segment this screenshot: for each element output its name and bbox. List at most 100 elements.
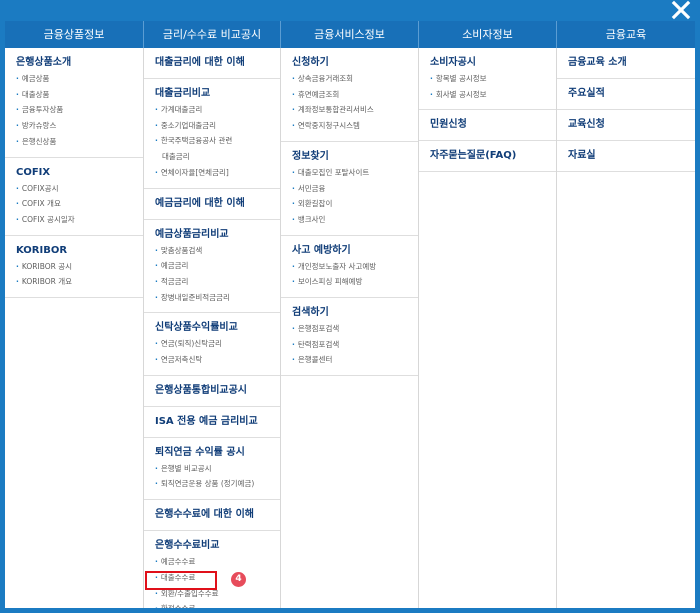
menu-item[interactable]: 은행신상품 — [16, 134, 143, 150]
menu-section-title[interactable]: 은행상품통합비교공시 — [155, 381, 280, 399]
menu-item[interactable]: 대출상품 — [16, 87, 143, 103]
menu-item[interactable]: 중소기업대출금리 — [155, 118, 280, 134]
menu-section: 대출금리에 대한 이해 — [144, 48, 280, 79]
close-icon[interactable] — [670, 0, 692, 20]
menu-section-title[interactable]: 검색하기 — [292, 303, 418, 321]
menu-item[interactable]: COFIX공시 — [16, 181, 143, 197]
sitemap-menu: 금융상품정보 금리/수수료 비교공시 금융서비스정보 소비자정보 금융교육 은행… — [5, 21, 695, 608]
menu-header: 금융상품정보 금리/수수료 비교공시 금융서비스정보 소비자정보 금융교육 — [5, 21, 695, 48]
menu-section-title[interactable]: 자료실 — [568, 146, 695, 164]
header-financial-services[interactable]: 금융서비스정보 — [280, 21, 418, 48]
menu-item[interactable]: 개인정보노출자 사고예방 — [292, 259, 418, 275]
menu-section-title[interactable]: 금융교육 소개 — [568, 53, 695, 71]
menu-section-title[interactable]: ISA 전용 예금 금리비교 — [155, 412, 280, 430]
menu-section-title[interactable]: 예금상품금리비교 — [155, 225, 280, 243]
menu-item-list: 예금상품대출상품금융투자상품방카슈랑스은행신상품 — [16, 71, 143, 150]
menu-item[interactable]: 은행점포검색 — [292, 321, 418, 337]
menu-section-title[interactable]: 대출금리비교 — [155, 84, 280, 102]
menu-section: 예금금리에 대한 이해 — [144, 189, 280, 220]
menu-item[interactable]: 연체이자율[연체금리] — [155, 165, 280, 181]
menu-section-title[interactable]: 주요실적 — [568, 84, 695, 102]
menu-item[interactable]: 금융투자상품 — [16, 102, 143, 118]
menu-item[interactable]: 환전수수료 — [155, 601, 280, 608]
menu-section: 예금상품금리비교맞춤상품검색예금금리적금금리장병내일준비적금금리 — [144, 220, 280, 314]
menu-item[interactable]: 연락중지청구시스템 — [292, 118, 418, 134]
menu-section: 신청하기상속금융거래조회휴면예금조회계좌정보통합관리서비스연락중지청구시스템 — [281, 48, 418, 142]
menu-section-title[interactable]: 사고 예방하기 — [292, 241, 418, 259]
menu-section-title[interactable]: 교육신청 — [568, 115, 695, 133]
menu-section: 사고 예방하기개인정보노출자 사고예방보이스피싱 피해예방 — [281, 236, 418, 299]
menu-item[interactable]: 예금금리 — [155, 258, 280, 274]
menu-item-list: 은행별 비교공시퇴직연금운용 상품 (정기예금) — [155, 461, 280, 492]
menu-section-title[interactable]: 정보찾기 — [292, 147, 418, 165]
menu-item[interactable]: 예금수수료 — [155, 554, 280, 570]
menu-item[interactable]: 계좌정보통합관리서비스 — [292, 102, 418, 118]
menu-item[interactable]: 장병내일준비적금금리 — [155, 290, 280, 306]
menu-item[interactable]: 적금금리 — [155, 274, 280, 290]
menu-item-list: COFIX공시COFIX 개요COFIX 공시일자 — [16, 181, 143, 228]
menu-section: 검색하기은행점포검색탄력점포검색은행콜센터 — [281, 298, 418, 377]
menu-item[interactable]: COFIX 공시일자 — [16, 212, 143, 228]
menu-item[interactable]: 대출수수료 — [155, 570, 280, 586]
menu-section-title[interactable]: 예금금리에 대한 이해 — [155, 194, 280, 212]
menu-item[interactable]: 한국주택금융공사 관련 — [155, 133, 280, 149]
menu-section-title[interactable]: 은행상품소개 — [16, 53, 143, 71]
menu-item[interactable]: COFIX 개요 — [16, 196, 143, 212]
menu-section-title[interactable]: 신청하기 — [292, 53, 418, 71]
menu-item-list: 상속금융거래조회휴면예금조회계좌정보통합관리서비스연락중지청구시스템 — [292, 71, 418, 134]
menu-section-title[interactable]: 소비자공시 — [430, 53, 556, 71]
menu-section-title[interactable]: KORIBOR — [16, 241, 143, 259]
menu-column-3: 소비자공시항목별 공시정보회사별 공시정보민원신청자주묻는질문(FAQ) — [418, 48, 556, 608]
menu-item[interactable]: 은행콜센터 — [292, 352, 418, 368]
menu-item[interactable]: 은행별 비교공시 — [155, 461, 280, 477]
menu-section: 교육신청 — [557, 110, 695, 141]
menu-item[interactable]: 방카슈랑스 — [16, 118, 143, 134]
menu-item[interactable]: 탄력점포검색 — [292, 337, 418, 353]
menu-section-title[interactable]: COFIX — [16, 163, 143, 181]
menu-section-title[interactable]: 민원신청 — [430, 115, 556, 133]
menu-item[interactable]: 회사별 공시정보 — [430, 87, 556, 103]
header-consumer-info[interactable]: 소비자정보 — [418, 21, 556, 48]
menu-section: 정보찾기대출모집인 포탈사이트서민금융외환길잡이뱅크사인 — [281, 142, 418, 236]
header-financial-education[interactable]: 금융교육 — [556, 21, 695, 48]
menu-section: COFIXCOFIX공시COFIX 개요COFIX 공시일자 — [5, 158, 143, 236]
menu-section: 퇴직연금 수익률 공시은행별 비교공시퇴직연금운용 상품 (정기예금) — [144, 438, 280, 501]
menu-section: 은행수수료비교예금수수료대출수수료외환/수출입수수료환전수수료기타수수료 — [144, 531, 280, 608]
menu-item[interactable]: 예금상품 — [16, 71, 143, 87]
menu-item-list: KORIBOR 공시KORIBOR 개요 — [16, 259, 143, 290]
menu-item[interactable]: 가계대출금리 — [155, 102, 280, 118]
menu-item[interactable]: KORIBOR 개요 — [16, 274, 143, 290]
menu-section: 은행상품통합비교공시 — [144, 376, 280, 407]
menu-item[interactable]: 상속금융거래조회 — [292, 71, 418, 87]
menu-item[interactable]: 대출금리 — [155, 149, 280, 165]
menu-column-0: 은행상품소개예금상품대출상품금융투자상품방카슈랑스은행신상품COFIXCOFIX… — [5, 48, 143, 608]
menu-item-list: 맞춤상품검색예금금리적금금리장병내일준비적금금리 — [155, 243, 280, 306]
menu-section-title[interactable]: 신탁상품수익률비교 — [155, 318, 280, 336]
header-rate-fee-comparison[interactable]: 금리/수수료 비교공시 — [143, 21, 280, 48]
menu-item[interactable]: 퇴직연금운용 상품 (정기예금) — [155, 476, 280, 492]
menu-item[interactable]: 외환길잡이 — [292, 196, 418, 212]
menu-item-list: 항목별 공시정보회사별 공시정보 — [430, 71, 556, 102]
menu-item[interactable]: 연금(퇴직)신탁금리 — [155, 336, 280, 352]
menu-item[interactable]: 맞춤상품검색 — [155, 243, 280, 259]
menu-item[interactable]: 뱅크사인 — [292, 212, 418, 228]
menu-item[interactable]: 대출모집인 포탈사이트 — [292, 165, 418, 181]
menu-section-title[interactable]: 퇴직연금 수익률 공시 — [155, 443, 280, 461]
menu-item[interactable]: 외환/수출입수수료 — [155, 586, 280, 602]
menu-section-title[interactable]: 자주묻는질문(FAQ) — [430, 146, 556, 164]
menu-section-title[interactable]: 대출금리에 대한 이해 — [155, 53, 280, 71]
menu-item[interactable]: KORIBOR 공시 — [16, 259, 143, 275]
menu-section-title[interactable]: 은행수수료에 대한 이해 — [155, 505, 280, 523]
menu-section: 신탁상품수익률비교연금(퇴직)신탁금리연금저축신탁 — [144, 313, 280, 376]
menu-section-title[interactable]: 은행수수료비교 — [155, 536, 280, 554]
menu-section: 소비자공시항목별 공시정보회사별 공시정보 — [419, 48, 556, 111]
menu-item[interactable]: 보이스피싱 피해예방 — [292, 274, 418, 290]
menu-item[interactable]: 연금저축신탁 — [155, 352, 280, 368]
header-financial-products[interactable]: 금융상품정보 — [5, 21, 143, 48]
menu-section: 자료실 — [557, 141, 695, 172]
menu-item[interactable]: 휴면예금조회 — [292, 87, 418, 103]
menu-section: 주요실적 — [557, 79, 695, 110]
menu-item[interactable]: 서민금융 — [292, 181, 418, 197]
menu-column-1: 대출금리에 대한 이해대출금리비교가계대출금리중소기업대출금리한국주택금융공사 … — [143, 48, 280, 608]
menu-item[interactable]: 항목별 공시정보 — [430, 71, 556, 87]
